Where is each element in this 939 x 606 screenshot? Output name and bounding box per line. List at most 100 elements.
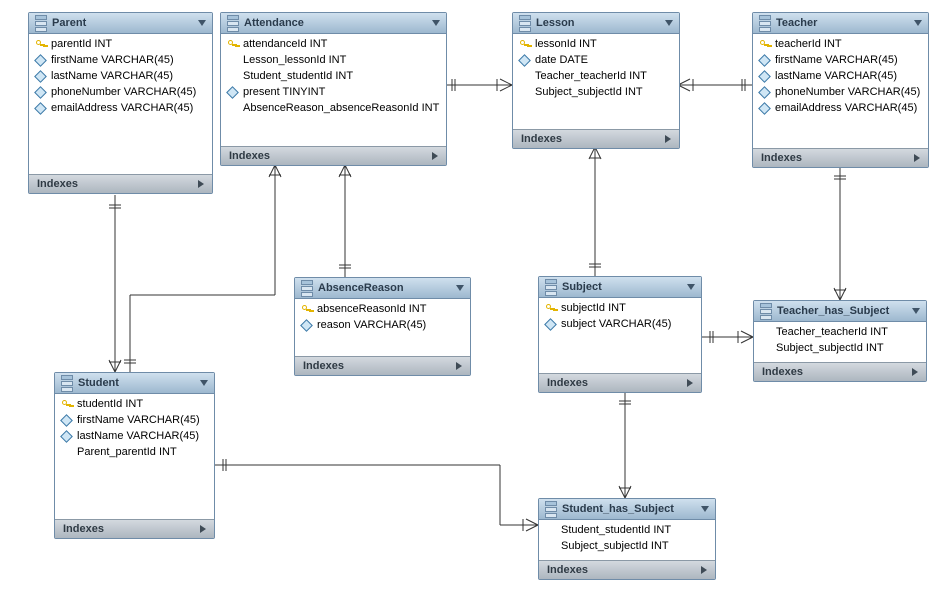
- entity-teacher-has-subject[interactable]: Teacher_has_Subject Teacher_teacherId INT…: [753, 300, 927, 382]
- indexes-label: Indexes: [547, 377, 687, 389]
- indexes-section[interactable]: Indexes: [29, 174, 212, 193]
- entity-absencereason[interactable]: AbsenceReason absenceReasonId INT reason V…: [294, 277, 471, 376]
- indexes-section[interactable]: Indexes: [539, 560, 715, 579]
- column-row[interactable]: lastName VARCHAR(45): [759, 70, 922, 82]
- collapse-triangle-icon[interactable]: [914, 20, 922, 26]
- collapse-triangle-icon[interactable]: [665, 20, 673, 26]
- column-row[interactable]: reason VARCHAR(45): [301, 319, 464, 331]
- column-label: lessonId INT: [535, 38, 673, 50]
- column-diamond-icon: [518, 54, 531, 67]
- collapse-triangle-icon[interactable]: [701, 506, 709, 512]
- expand-arrow-icon[interactable]: [701, 566, 707, 574]
- indexes-section[interactable]: Indexes: [753, 148, 928, 167]
- expand-arrow-icon[interactable]: [914, 154, 920, 162]
- entity-titlebar[interactable]: Teacher_has_Subject: [754, 301, 926, 322]
- column-label: date DATE: [535, 54, 673, 66]
- entity-title: Student_has_Subject: [562, 503, 696, 515]
- expand-arrow-icon[interactable]: [198, 180, 204, 188]
- indexes-label: Indexes: [37, 178, 198, 190]
- column-row[interactable]: firstName VARCHAR(45): [61, 414, 208, 426]
- column-row[interactable]: emailAddress VARCHAR(45): [35, 102, 206, 114]
- column-row[interactable]: attendanceId INT: [227, 38, 440, 50]
- expand-arrow-icon[interactable]: [200, 525, 206, 533]
- entity-titlebar[interactable]: Student_has_Subject: [539, 499, 715, 520]
- indexes-section[interactable]: Indexes: [513, 129, 679, 148]
- column-label: firstName VARCHAR(45): [77, 414, 208, 426]
- column-row[interactable]: date DATE: [519, 54, 673, 66]
- entity-titlebar[interactable]: Attendance: [221, 13, 446, 34]
- column-list: Student_studentId INT Subject_subjectId I…: [539, 520, 715, 558]
- column-row[interactable]: Parent_parentId INT: [61, 446, 208, 458]
- collapse-triangle-icon[interactable]: [687, 284, 695, 290]
- column-row[interactable]: Subject_subjectId INT: [545, 540, 709, 552]
- column-label: Teacher_teacherId INT: [535, 70, 673, 82]
- column-row[interactable]: lastName VARCHAR(45): [61, 430, 208, 442]
- column-row[interactable]: present TINYINT: [227, 86, 440, 98]
- column-row[interactable]: Teacher_teacherId INT: [760, 326, 920, 338]
- collapse-triangle-icon[interactable]: [912, 308, 920, 314]
- column-list: parentId INT firstName VARCHAR(45) lastNam…: [29, 34, 212, 120]
- column-row[interactable]: Subject_subjectId INT: [760, 342, 920, 354]
- indexes-label: Indexes: [762, 366, 912, 378]
- primary-key-icon: [302, 305, 311, 314]
- column-row[interactable]: Student_studentId INT: [227, 70, 440, 82]
- expand-arrow-icon[interactable]: [665, 135, 671, 143]
- entity-student[interactable]: Student studentId INT firstName VARCHAR(45…: [54, 372, 215, 539]
- column-label: lastName VARCHAR(45): [77, 430, 208, 442]
- primary-key-icon: [62, 400, 71, 409]
- entity-teacher[interactable]: Teacher teacherId INT firstName VARCHAR(45…: [752, 12, 929, 168]
- column-row[interactable]: absenceReasonId INT: [301, 303, 464, 315]
- column-row[interactable]: Teacher_teacherId INT: [519, 70, 673, 82]
- column-row[interactable]: phoneNumber VARCHAR(45): [35, 86, 206, 98]
- indexes-section[interactable]: Indexes: [55, 519, 214, 538]
- entity-title: Teacher_has_Subject: [777, 305, 907, 317]
- expand-arrow-icon[interactable]: [687, 379, 693, 387]
- column-row[interactable]: AbsenceReason_absenceReasonId INT: [227, 102, 440, 114]
- entity-title: Lesson: [536, 17, 660, 29]
- column-row[interactable]: studentId INT: [61, 398, 208, 410]
- entity-titlebar[interactable]: Lesson: [513, 13, 679, 34]
- column-row[interactable]: lastName VARCHAR(45): [35, 70, 206, 82]
- column-diamond-icon: [758, 102, 771, 115]
- entity-lesson[interactable]: Lesson lessonId INT date DATE Teacher_teach…: [512, 12, 680, 149]
- expand-arrow-icon[interactable]: [456, 362, 462, 370]
- collapse-triangle-icon[interactable]: [198, 20, 206, 26]
- entity-student-has-subject[interactable]: Student_has_Subject Student_studentId INT…: [538, 498, 716, 580]
- entity-titlebar[interactable]: Student: [55, 373, 214, 394]
- expand-arrow-icon[interactable]: [912, 368, 918, 376]
- column-row[interactable]: firstName VARCHAR(45): [35, 54, 206, 66]
- column-row[interactable]: Lesson_lessonId INT: [227, 54, 440, 66]
- column-row[interactable]: parentId INT: [35, 38, 206, 50]
- entity-titlebar[interactable]: Teacher: [753, 13, 928, 34]
- entity-titlebar[interactable]: Parent: [29, 13, 212, 34]
- collapse-triangle-icon[interactable]: [432, 20, 440, 26]
- column-row[interactable]: lessonId INT: [519, 38, 673, 50]
- column-row[interactable]: phoneNumber VARCHAR(45): [759, 86, 922, 98]
- indexes-section[interactable]: Indexes: [221, 146, 446, 165]
- column-diamond-icon: [758, 54, 771, 67]
- column-row[interactable]: emailAddress VARCHAR(45): [759, 102, 922, 114]
- entity-subject[interactable]: Subject subjectId INT subject VARCHAR(45) I…: [538, 276, 702, 393]
- column-row[interactable]: Student_studentId INT: [545, 524, 709, 536]
- entity-attendance[interactable]: Attendance attendanceId INT Lesson_lessonI…: [220, 12, 447, 166]
- er-diagram-canvas: Parent parentId INT firstName VARCHAR(45) l…: [0, 0, 939, 606]
- column-row[interactable]: subjectId INT: [545, 302, 695, 314]
- entity-parent[interactable]: Parent parentId INT firstName VARCHAR(45) l…: [28, 12, 213, 194]
- entity-title: AbsenceReason: [318, 282, 451, 294]
- column-row[interactable]: Subject_subjectId INT: [519, 86, 673, 98]
- column-row[interactable]: subject VARCHAR(45): [545, 318, 695, 330]
- indexes-section[interactable]: Indexes: [539, 373, 701, 392]
- indexes-section[interactable]: Indexes: [295, 356, 470, 375]
- entity-titlebar[interactable]: AbsenceReason: [295, 278, 470, 299]
- collapse-triangle-icon[interactable]: [200, 380, 208, 386]
- indexes-label: Indexes: [761, 152, 914, 164]
- column-row[interactable]: firstName VARCHAR(45): [759, 54, 922, 66]
- column-list: lessonId INT date DATE Teacher_teacherId I…: [513, 34, 679, 104]
- table-icon: [35, 15, 47, 32]
- collapse-triangle-icon[interactable]: [456, 285, 464, 291]
- expand-arrow-icon[interactable]: [432, 152, 438, 160]
- column-diamond-icon: [544, 318, 557, 331]
- column-row[interactable]: teacherId INT: [759, 38, 922, 50]
- entity-titlebar[interactable]: Subject: [539, 277, 701, 298]
- indexes-section[interactable]: Indexes: [754, 362, 926, 381]
